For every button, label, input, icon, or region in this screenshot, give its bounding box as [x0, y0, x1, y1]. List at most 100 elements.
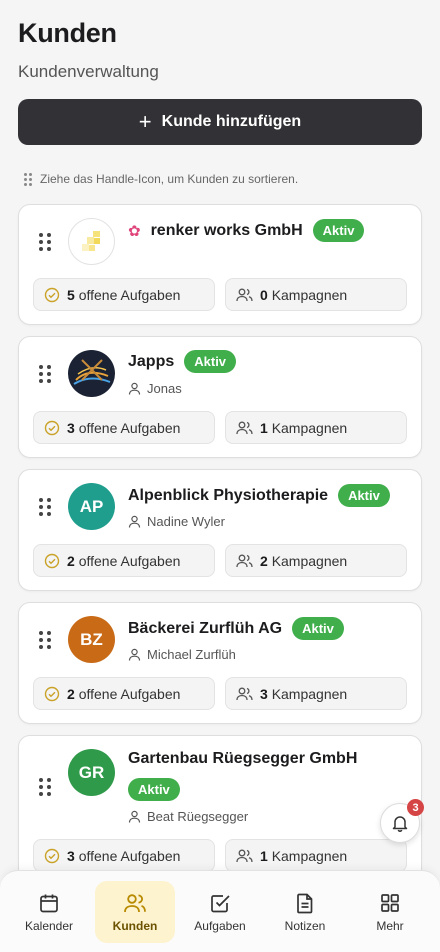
avatar: GR [68, 749, 115, 796]
tasks-count: 5 [67, 286, 75, 303]
customer-name: renker works GmbH [150, 221, 303, 239]
customer-card[interactable]: BZ Bäckerei Zurflüh AG Aktiv Michael Zur… [18, 602, 422, 724]
tab-kalender[interactable]: Kalender [9, 881, 89, 943]
tasks-label: offene Aufgaben [78, 847, 181, 864]
campaigns-count: 1 [260, 419, 268, 436]
check-circle-icon [44, 848, 60, 863]
campaigns-stat[interactable]: 2 Kampagnen [225, 544, 407, 577]
contact-name: Michael Zurflüh [147, 647, 236, 662]
customer-card[interactable]: ✿ renker works GmbH Aktiv 5 offene Aufga… [18, 204, 422, 325]
tasks-label: offene Aufgaben [78, 286, 181, 303]
contact-name: Jonas [147, 381, 182, 396]
person-icon [128, 515, 141, 528]
tab-mehr[interactable]: Mehr [350, 881, 430, 943]
flower-icon: ✿ [128, 222, 141, 240]
contact-name: Nadine Wyler [147, 514, 225, 529]
campaigns-stat[interactable]: 1 Kampagnen [225, 839, 407, 872]
customer-card[interactable]: GR Gartenbau Rüegsegger GmbH Aktiv Beat … [18, 735, 422, 885]
users-icon [236, 421, 253, 434]
tasks-count: 2 [67, 552, 75, 569]
sort-hint-text: Ziehe das Handle-Icon, um Kunden zu sort… [40, 172, 299, 186]
customer-name: Alpenblick Physiotherapie [128, 486, 329, 504]
tab-label: Kalender [24, 918, 74, 933]
users-icon [236, 849, 253, 862]
campaigns-stat[interactable]: 1 Kampagnen [225, 411, 407, 444]
campaigns-stat[interactable]: 0 Kampagnen [225, 278, 407, 311]
check-circle-icon [44, 686, 60, 701]
open-tasks-stat[interactable]: 3 offene Aufgaben [33, 839, 215, 872]
users-icon [236, 554, 253, 567]
notification-count-badge: 3 [407, 799, 424, 816]
drag-handle-icon[interactable] [39, 498, 51, 516]
check-circle-icon [44, 420, 60, 435]
avatar: BZ [68, 616, 115, 663]
customer-card[interactable]: AP Alpenblick Physiotherapie Aktiv Nadin… [18, 469, 422, 591]
person-icon [128, 810, 141, 823]
check-circle-icon [44, 287, 60, 302]
status-badge: Aktiv [312, 219, 365, 242]
tab-label: Notizen [284, 918, 326, 933]
users-icon [124, 893, 146, 912]
page-subtitle: Kundenverwaltung [18, 62, 159, 81]
person-icon [128, 382, 141, 395]
person-icon [128, 648, 141, 661]
check-circle-icon [44, 553, 60, 568]
campaigns-count: 2 [260, 552, 268, 569]
avatar [68, 218, 115, 265]
campaigns-count: 0 [260, 286, 268, 303]
tab-label: Kunden [112, 918, 158, 933]
customer-name: Bäckerei Zurflüh AG [128, 619, 283, 637]
status-badge: Aktiv [292, 617, 344, 640]
customer-name: Japps [128, 352, 175, 370]
avatar: AP [68, 483, 115, 530]
contact-person: Beat Rüegsegger [128, 809, 248, 824]
campaigns-stat[interactable]: 3 Kampagnen [225, 677, 407, 710]
campaigns-count: 3 [260, 685, 268, 702]
tasks-label: offene Aufgaben [78, 552, 181, 569]
page-title: Kunden [18, 18, 117, 48]
status-badge: Aktiv [338, 484, 390, 507]
tasks-label: offene Aufgaben [78, 419, 181, 436]
tab-kunden[interactable]: Kunden [95, 881, 175, 943]
drag-handle-icon[interactable] [39, 233, 51, 251]
customer-name: Gartenbau Rüegsegger GmbH [128, 750, 358, 767]
campaigns-label: Kampagnen [271, 847, 348, 864]
drag-handle-icon [24, 172, 32, 186]
users-icon [236, 687, 253, 700]
contact-person: Jonas [128, 381, 182, 396]
bell-icon [392, 816, 408, 832]
add-customer-button[interactable]: + Kunde hinzufügen [18, 99, 422, 145]
campaigns-count: 1 [260, 847, 268, 864]
open-tasks-stat[interactable]: 5 offene Aufgaben [33, 278, 215, 311]
campaigns-label: Kampagnen [271, 552, 348, 569]
customer-card[interactable]: Japps Aktiv Jonas 3 offene Aufgaben 1 Ka… [18, 336, 422, 458]
open-tasks-stat[interactable]: 2 offene Aufgaben [33, 677, 215, 710]
drag-handle-icon[interactable] [39, 631, 51, 649]
tab-notizen[interactable]: Notizen [265, 881, 345, 943]
open-tasks-stat[interactable]: 3 offene Aufgaben [33, 411, 215, 444]
open-tasks-stat[interactable]: 2 offene Aufgaben [33, 544, 215, 577]
status-badge: Aktiv [184, 350, 237, 373]
checkbox-icon [211, 894, 230, 912]
avatar [68, 350, 115, 397]
grid-icon [381, 893, 399, 912]
contact-person: Michael Zurflüh [128, 647, 236, 662]
campaigns-label: Kampagnen [271, 419, 348, 436]
tasks-count: 2 [67, 685, 75, 702]
campaigns-label: Kampagnen [271, 286, 348, 303]
contact-name: Beat Rüegsegger [147, 809, 249, 824]
company-logo-icon [81, 230, 100, 251]
status-badge: Aktiv [128, 778, 180, 801]
campaigns-label: Kampagnen [271, 685, 348, 702]
add-customer-label: Kunde hinzufügen [161, 113, 302, 130]
tasks-count: 3 [67, 847, 75, 864]
company-logo-icon [73, 359, 111, 385]
plus-icon: + [138, 109, 152, 134]
users-icon [236, 288, 253, 301]
tab-aufgaben[interactable]: Aufgaben [180, 881, 260, 943]
tasks-label: offene Aufgaben [78, 685, 181, 702]
sort-hint: Ziehe das Handle-Icon, um Kunden zu sort… [24, 172, 298, 186]
drag-handle-icon[interactable] [39, 778, 51, 796]
drag-handle-icon[interactable] [39, 365, 51, 383]
bottom-tab-bar: Kalender Kunden Aufgaben Notizen Mehr [0, 870, 440, 952]
